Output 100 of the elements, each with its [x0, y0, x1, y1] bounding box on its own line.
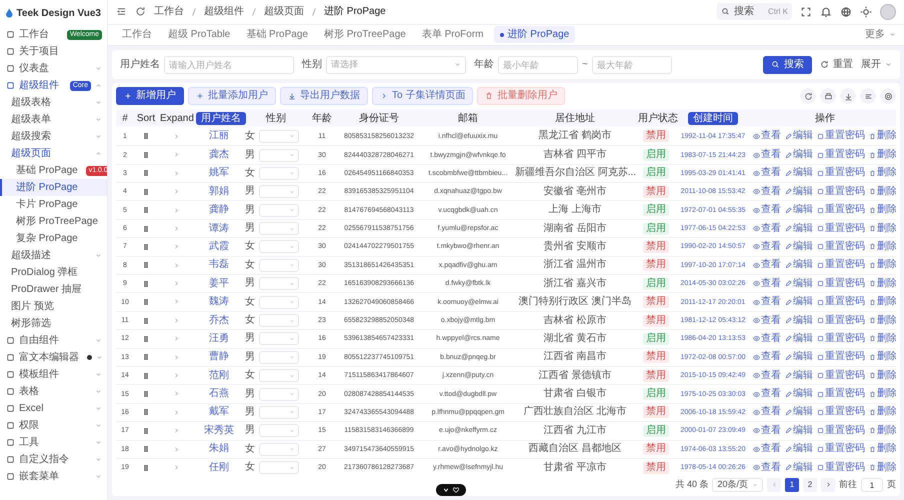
reset-button[interactable]: 重置: [820, 57, 853, 72]
view-link[interactable]: 查看: [753, 462, 781, 473]
drag-handle-icon[interactable]: [142, 298, 150, 306]
expand-icon[interactable]: [172, 243, 180, 250]
refresh-icon[interactable]: [135, 6, 146, 18]
gender-select[interactable]: [259, 442, 299, 456]
edit-link[interactable]: 编辑: [785, 131, 813, 142]
menu-item[interactable]: 复杂 ProPage: [0, 230, 107, 247]
tab[interactable]: 进阶 ProPage: [494, 26, 576, 44]
menu-item[interactable]: 仪表盘: [0, 60, 107, 77]
input-field[interactable]: 最小年龄: [498, 56, 578, 74]
tab[interactable]: 表单 ProForm: [416, 26, 490, 44]
breadcrumb-item[interactable]: 工作台: [154, 4, 184, 20]
toolbar-button[interactable]: To 子集详情页面: [372, 87, 474, 106]
reset-password-link[interactable]: 重置密码: [817, 186, 865, 197]
view-link[interactable]: 查看: [753, 150, 781, 160]
input-field[interactable]: 最大年龄: [592, 56, 672, 74]
gender-select[interactable]: [259, 130, 299, 143]
edit-link[interactable]: 编辑: [785, 242, 813, 252]
menu-item[interactable]: 自定义指令: [0, 451, 107, 468]
icon-button[interactable]: [840, 88, 856, 104]
more-dropdown[interactable]: 更多: [865, 27, 896, 42]
drag-handle-icon[interactable]: [142, 169, 150, 178]
view-link[interactable]: 查看: [753, 352, 781, 362]
toolbar-button[interactable]: 新增用户: [116, 87, 184, 106]
reset-password-link[interactable]: 重置密码: [817, 168, 865, 178]
menu-item[interactable]: 超级描述: [0, 247, 107, 264]
gender-select[interactable]: [259, 388, 299, 401]
gender-select[interactable]: [259, 424, 299, 438]
reset-password-link[interactable]: 重置密码: [817, 150, 865, 160]
avatar[interactable]: [880, 4, 896, 20]
menu-item[interactable]: 超级页面: [0, 145, 107, 162]
view-link[interactable]: 查看: [753, 407, 781, 418]
expand-icon[interactable]: [172, 408, 180, 416]
menu-item[interactable]: 卡片 ProPage: [0, 196, 107, 213]
gender-select[interactable]: [259, 166, 299, 180]
next-button[interactable]: [821, 478, 835, 492]
reset-password-link[interactable]: 重置密码: [817, 444, 865, 454]
drag-handle-icon[interactable]: [142, 353, 150, 362]
drag-handle-icon[interactable]: [142, 224, 150, 233]
menu-item[interactable]: 超级表单: [0, 111, 107, 128]
icon-button[interactable]: [800, 88, 816, 104]
view-link[interactable]: 查看: [753, 224, 781, 234]
reset-password-link[interactable]: 重置密码: [817, 242, 865, 252]
reset-password-link[interactable]: 重置密码: [817, 316, 865, 326]
icon-button[interactable]: [860, 88, 876, 104]
view-link[interactable]: 查看: [753, 260, 781, 270]
page-size-select[interactable]: 20条/页: [712, 478, 763, 492]
search-button[interactable]: 搜索 Ctrl K: [717, 3, 792, 20]
reset-password-link[interactable]: 重置密码: [817, 426, 865, 436]
gender-select[interactable]: [259, 240, 299, 254]
gender-select[interactable]: [259, 148, 299, 162]
expand-icon[interactable]: [172, 372, 180, 380]
gender-select[interactable]: [259, 185, 299, 198]
expand-icon[interactable]: [172, 206, 180, 214]
drag-handle-icon[interactable]: [142, 151, 150, 159]
globe-icon[interactable]: [840, 6, 852, 18]
drag-handle-icon[interactable]: [142, 334, 150, 343]
page-input[interactable]: 1: [861, 478, 883, 492]
view-link[interactable]: 查看: [753, 242, 781, 252]
drag-handle-icon[interactable]: [142, 426, 150, 435]
expand-icon[interactable]: [172, 316, 180, 324]
edit-link[interactable]: 编辑: [785, 168, 813, 178]
drag-handle-icon[interactable]: [142, 261, 150, 270]
search-button[interactable]: 搜索: [763, 56, 812, 74]
gender-select[interactable]: [259, 204, 299, 217]
reset-password-link[interactable]: 重置密码: [817, 297, 865, 308]
menu-item[interactable]: 模板组件: [0, 366, 107, 383]
reset-password-link[interactable]: 重置密码: [817, 407, 865, 418]
menu-item[interactable]: 超级表格: [0, 94, 107, 111]
menu-item[interactable]: 图片 预览: [0, 298, 107, 315]
drag-handle-icon[interactable]: [142, 445, 150, 454]
menu-item[interactable]: 超级搜索: [0, 128, 107, 145]
edit-link[interactable]: 编辑: [785, 186, 813, 197]
heart-icon[interactable]: [453, 487, 459, 493]
gender-select[interactable]: [259, 277, 299, 290]
view-link[interactable]: 查看: [753, 278, 781, 289]
drag-handle-icon[interactable]: [142, 280, 150, 288]
edit-link[interactable]: 编辑: [785, 260, 813, 270]
reset-password-link[interactable]: 重置密码: [817, 260, 865, 270]
edit-link[interactable]: 编辑: [785, 205, 813, 216]
reset-password-link[interactable]: 重置密码: [817, 205, 865, 216]
view-link[interactable]: 查看: [753, 426, 781, 436]
drag-handle-icon[interactable]: [142, 464, 150, 472]
edit-link[interactable]: 编辑: [785, 334, 813, 344]
toolbar-button[interactable]: 导出用户数据: [280, 87, 368, 106]
tab[interactable]: 超级 ProTable: [162, 26, 236, 44]
edit-link[interactable]: 编辑: [785, 407, 813, 418]
menu-item[interactable]: 嵌套菜单: [0, 468, 107, 485]
edit-link[interactable]: 编辑: [785, 444, 813, 454]
page-button[interactable]: 1: [785, 478, 799, 492]
view-link[interactable]: 查看: [753, 168, 781, 178]
menu-item[interactable]: 富文本编辑器: [0, 349, 107, 366]
toolbar-button[interactable]: 批量添加用户: [188, 87, 276, 106]
menu-item[interactable]: 关于项目: [0, 43, 107, 60]
edit-link[interactable]: 编辑: [785, 297, 813, 308]
view-link[interactable]: 查看: [753, 297, 781, 308]
reset-password-link[interactable]: 重置密码: [817, 131, 865, 142]
sun-icon[interactable]: [860, 6, 872, 18]
menu-item[interactable]: Excel: [0, 400, 107, 417]
